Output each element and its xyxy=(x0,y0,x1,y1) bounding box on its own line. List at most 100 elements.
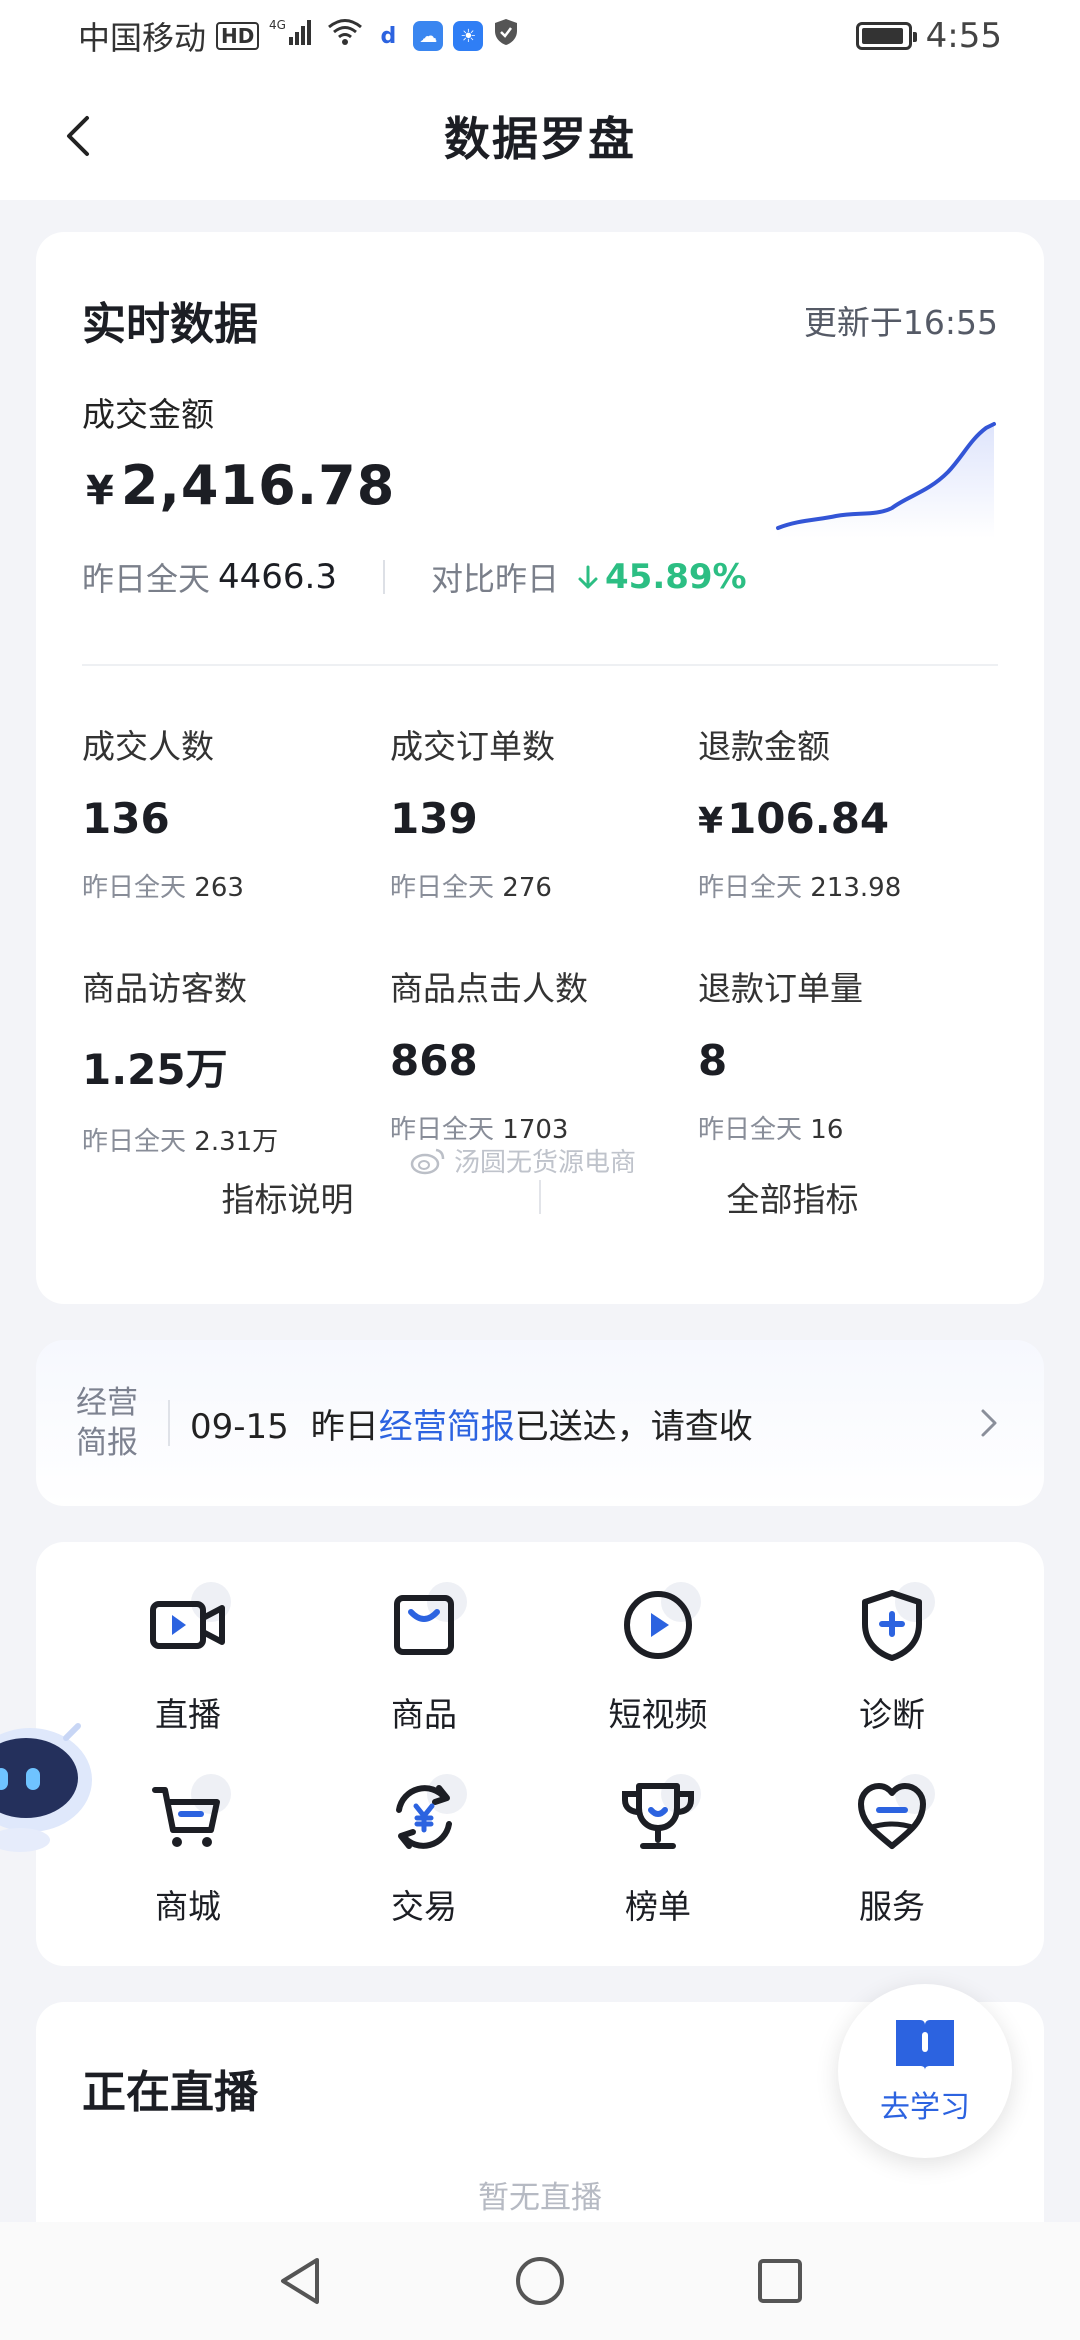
metric-label: 成交订单数 xyxy=(390,727,555,766)
shield-status-icon xyxy=(493,17,519,55)
section-divider xyxy=(82,664,998,666)
metric-yesterday: 昨日全天 213.98 xyxy=(698,867,998,904)
gmv-trend-sparkline xyxy=(776,422,996,538)
gmv-amount: 2,416.78 xyxy=(120,454,396,517)
metric-sub-label: 昨日全天 xyxy=(698,873,803,903)
tool-ranking[interactable]: 榜单 xyxy=(558,1772,758,1952)
yuan-exchange-icon xyxy=(379,1772,469,1862)
report-message: 09-15 昨日经营简报已送达，请查收 xyxy=(190,1399,974,1448)
system-navigation-bar xyxy=(0,2222,1080,2340)
report-text-before: 昨日 xyxy=(310,1406,379,1447)
metric-yesterday: 昨日全天 276 xyxy=(390,867,690,904)
weibo-logo-icon xyxy=(410,1148,445,1174)
metric-buyers[interactable]: 成交人数 136 昨日全天 263 xyxy=(82,720,382,904)
assistant-robot-mascot[interactable] xyxy=(0,1700,100,1860)
tool-label: 交易 xyxy=(391,1887,457,1926)
metric-refund-orders[interactable]: 退款订单量 8 昨日全天 16 xyxy=(698,962,998,1146)
metric-product-visitors[interactable]: 商品访客数 1.25万 昨日全天 2.31万 xyxy=(82,962,382,1158)
report-tag-line1: 经营 xyxy=(76,1385,138,1421)
business-report-banner[interactable]: 经营 简报 09-15 昨日经营简报已送达，请查收 xyxy=(36,1340,1044,1506)
report-tag-line2: 简报 xyxy=(76,1425,138,1461)
currency-symbol: ¥ xyxy=(86,468,115,514)
chevron-right-icon xyxy=(974,1403,1004,1443)
triangle-back-icon xyxy=(281,2258,319,2304)
metric-value: 8 xyxy=(698,1036,728,1085)
battery-fill xyxy=(861,28,904,44)
metric-refund-amount[interactable]: 退款金额 ¥106.84 昨日全天 213.98 xyxy=(698,720,998,904)
tool-diagnose[interactable]: 诊断 xyxy=(792,1580,992,1760)
compare-label: 对比昨日 xyxy=(430,560,559,598)
robot-icon xyxy=(0,1723,92,1852)
app-header: 数据罗盘 xyxy=(0,72,1080,200)
tool-label: 服务 xyxy=(859,1887,925,1926)
metric-label: 商品点击人数 xyxy=(390,969,588,1008)
tool-label: 榜单 xyxy=(625,1887,691,1926)
back-button[interactable] xyxy=(48,106,108,166)
metric-value: 868 xyxy=(390,1036,478,1085)
tool-trade[interactable]: 交易 xyxy=(324,1772,524,1952)
metric-value: ¥106.84 xyxy=(698,794,998,843)
weather-app-icon: ☀ xyxy=(453,21,484,51)
metric-sub-value: 276 xyxy=(502,873,552,903)
chevron-left-icon xyxy=(67,116,89,156)
metric-orders[interactable]: 成交订单数 139 昨日全天 276 xyxy=(390,720,690,904)
report-text-after: 已送达，请查收 xyxy=(514,1406,753,1447)
tool-mall[interactable]: 商城 xyxy=(88,1772,288,1952)
change-percent: 45.89% xyxy=(605,557,747,597)
learn-button[interactable]: 去学习 xyxy=(838,1984,1012,2158)
play-circle-icon xyxy=(613,1580,703,1670)
signal-icon: 4G xyxy=(269,17,317,55)
all-metrics-link[interactable]: 全部指标 xyxy=(541,1173,1044,1221)
report-tag: 经营 简报 xyxy=(76,1383,156,1463)
metric-product-clicks[interactable]: 商品点击人数 868 昨日全天 1703 xyxy=(390,962,690,1146)
metric-sub-label: 昨日全天 xyxy=(390,873,495,903)
nav-recents-button[interactable] xyxy=(750,2251,810,2311)
tool-label: 商品 xyxy=(391,1695,457,1734)
tool-short-video[interactable]: 短视频 xyxy=(558,1580,758,1760)
metric-sub-label: 昨日全天 xyxy=(82,1127,187,1157)
metric-sub-value: 16 xyxy=(810,1115,844,1145)
report-date: 09-15 xyxy=(190,1406,289,1447)
app-notification-icon: d xyxy=(373,21,404,51)
live-camera-icon xyxy=(143,1580,233,1670)
status-left: 中国移动 HD 4G d ☁ ☀ xyxy=(78,13,519,59)
live-empty-text: 暂无直播 xyxy=(478,2180,602,2216)
metric-value: 139 xyxy=(390,794,478,843)
trophy-icon xyxy=(613,1772,703,1862)
tool-product[interactable]: 商品 xyxy=(324,1580,524,1760)
hd-badge: HD xyxy=(216,22,260,50)
currency-symbol: ¥ xyxy=(698,801,724,842)
metric-sub-value: 1703 xyxy=(502,1115,569,1145)
shield-plus-icon xyxy=(847,1580,937,1670)
status-right: 4:55 xyxy=(855,16,1002,56)
heart-service-icon xyxy=(847,1772,937,1862)
metric-yesterday: 昨日全天 16 xyxy=(698,1109,998,1146)
tool-label: 直播 xyxy=(155,1695,221,1734)
gmv-comparison: 昨日全天 4466.3 对比昨日 45.89% xyxy=(82,554,747,600)
svg-text:4G: 4G xyxy=(269,18,286,32)
status-bar: 中国移动 HD 4G d ☁ ☀ 4:55 xyxy=(0,0,1080,72)
tool-service[interactable]: 服务 xyxy=(792,1772,992,1952)
metric-value: 136 xyxy=(82,794,170,843)
wifi-icon xyxy=(327,17,363,55)
watermark-text: 汤圆无货源电商 xyxy=(454,1148,637,1178)
realtime-title: 实时数据 xyxy=(82,299,258,350)
circle-home-icon xyxy=(516,2257,564,2305)
nav-home-button[interactable] xyxy=(510,2251,570,2311)
nav-back-button[interactable] xyxy=(270,2251,330,2311)
metric-sub-label: 昨日全天 xyxy=(698,1115,803,1145)
gmv-value[interactable]: ¥2,416.78 xyxy=(86,454,395,517)
update-time: 更新于16:55 xyxy=(803,303,998,342)
battery-icon xyxy=(855,22,917,50)
metric-label: 商品访客数 xyxy=(82,969,247,1008)
yesterday-value: 4466.3 xyxy=(218,557,337,597)
report-highlight: 经营简报 xyxy=(378,1406,515,1447)
metric-explanation-link[interactable]: 指标说明 xyxy=(36,1173,539,1221)
tool-label: 诊断 xyxy=(859,1695,925,1734)
metric-amount: 106.84 xyxy=(727,794,890,843)
tool-live[interactable]: 直播 xyxy=(88,1580,288,1760)
report-divider xyxy=(168,1400,170,1446)
metric-value: 1.25万 xyxy=(82,1045,228,1094)
shopping-cart-icon xyxy=(143,1772,233,1862)
carrier-name: 中国移动 xyxy=(78,19,207,57)
